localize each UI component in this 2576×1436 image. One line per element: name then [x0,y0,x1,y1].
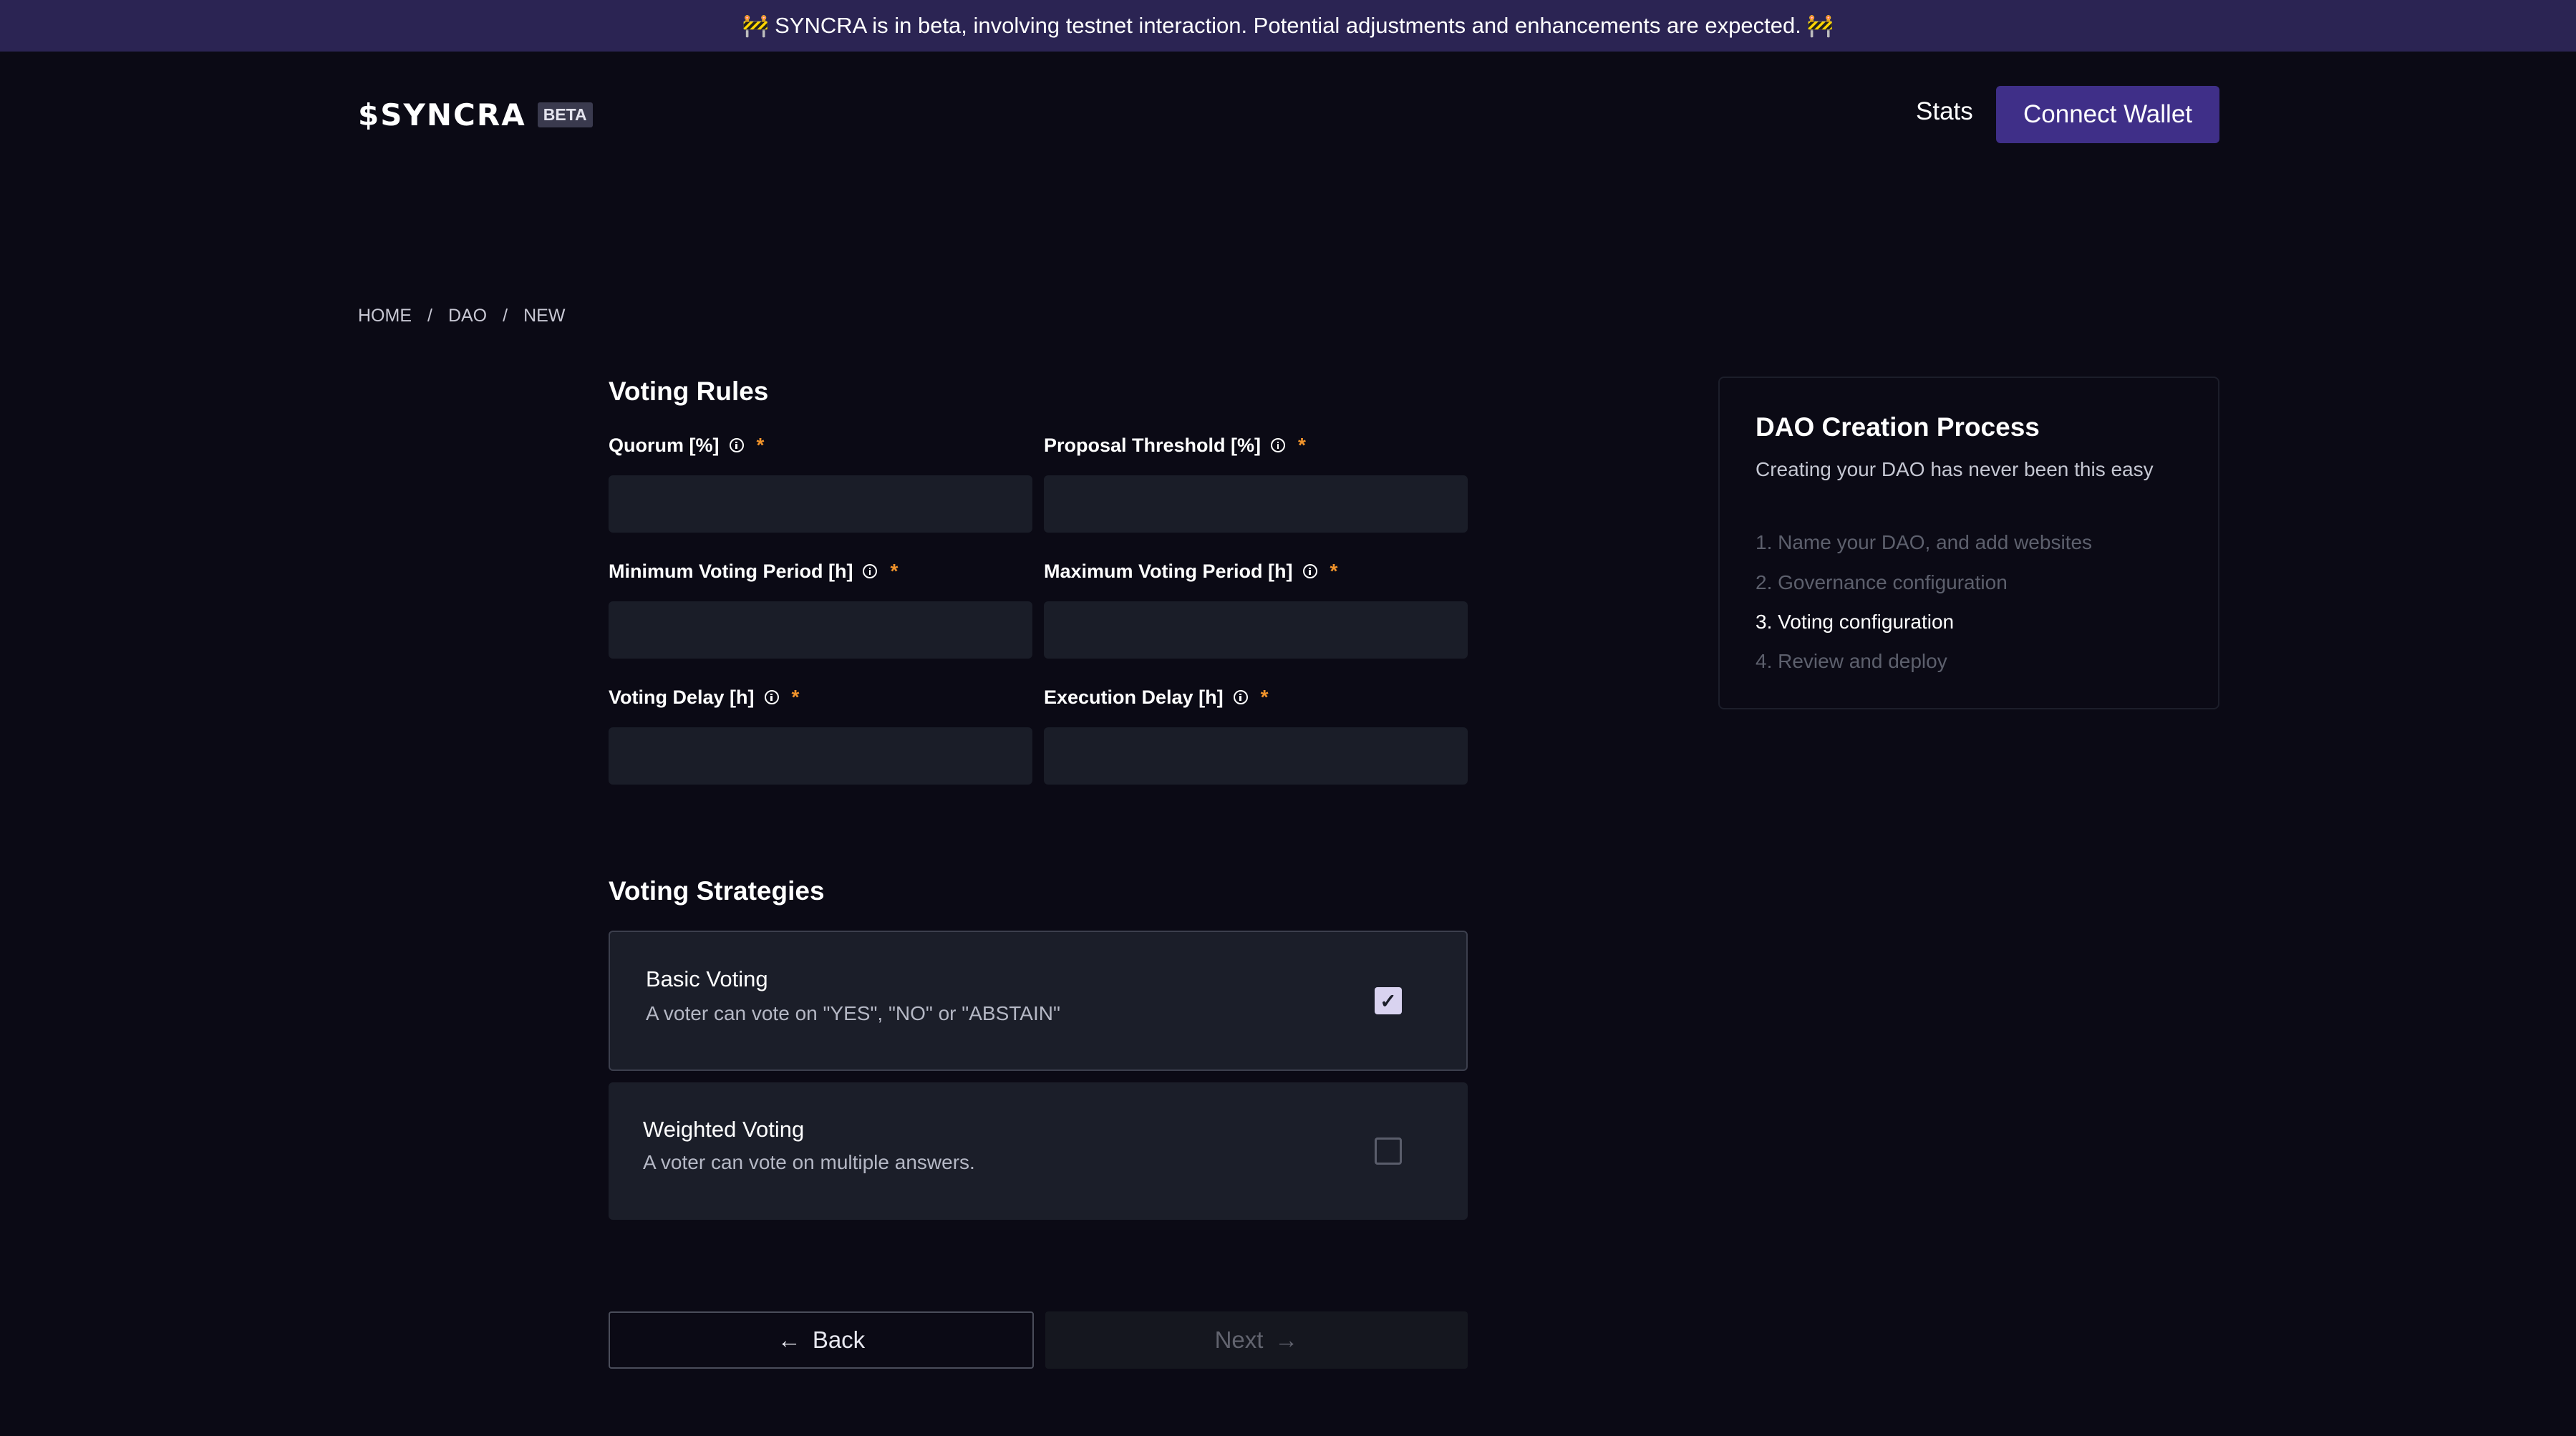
quorum-label: Quorum [%] * [609,434,764,457]
required-asterisk: * [890,560,899,582]
quorum-input[interactable] [609,475,1032,533]
next-label: Next [1214,1326,1264,1353]
voting-strategies-title: Voting Strategies [609,876,825,906]
strategy-description: A voter can vote on multiple answers. [643,1151,975,1173]
voting-delay-input[interactable] [609,727,1032,785]
nav-stats-link[interactable]: Stats [1916,97,1973,126]
strategy-description: A voter can vote on "YES", "NO" or "ABST… [646,1002,1060,1024]
voting-delay-label-text: Voting Delay [h] [609,686,755,708]
required-asterisk: * [791,686,800,708]
proposal-threshold-label: Proposal Threshold [%] * [1044,434,1306,457]
info-icon[interactable] [1233,690,1248,704]
banner-text: SYNCRA is in beta, involving testnet int… [775,13,1801,38]
voting-delay-label: Voting Delay [h] * [609,686,799,709]
min-voting-period-input[interactable] [609,601,1032,659]
arrow-left-icon: ← [777,1326,801,1353]
required-asterisk: * [1298,434,1306,456]
execution-delay-label-text: Execution Delay [h] [1044,686,1224,708]
beta-banner: 🚧 SYNCRA is in beta, involving testnet i… [0,0,2576,52]
required-asterisk: * [1260,686,1269,708]
construction-icon: 🚧 [1806,14,1834,38]
proposal-threshold-input[interactable] [1044,475,1468,533]
logo[interactable]: $SYNCRA BETA [358,97,593,132]
process-title: DAO Creation Process [1756,412,2040,442]
breadcrumb: HOME / DAO / NEW [358,306,565,326]
info-icon[interactable] [764,690,779,704]
process-step: 3. Voting configuration [1756,611,1955,633]
strategy-weighted-voting[interactable]: Weighted Voting A voter can vote on mult… [609,1082,1468,1220]
strategy-title: Weighted Voting [643,1117,805,1142]
info-icon[interactable] [863,564,878,578]
strategy-basic-voting[interactable]: Basic Voting A voter can vote on "YES", … [609,931,1468,1071]
basic-voting-checkbox[interactable]: ✓ [1375,987,1402,1014]
execution-delay-input[interactable] [1044,727,1468,785]
arrow-right-icon: → [1274,1326,1299,1353]
execution-delay-label: Execution Delay [h] * [1044,686,1268,709]
next-button[interactable]: Next → [1045,1311,1468,1369]
info-icon[interactable] [1271,438,1286,452]
logo-text: $SYNCRA [358,97,526,132]
max-voting-period-input[interactable] [1044,601,1468,659]
breadcrumb-separator: / [503,306,508,326]
breadcrumb-home[interactable]: HOME [358,306,412,326]
voting-rules-title: Voting Rules [609,377,769,406]
info-icon[interactable] [729,438,744,452]
process-step: 2. Governance configuration [1756,571,2008,593]
process-step: 1. Name your DAO, and add websites [1756,531,2093,553]
quorum-label-text: Quorum [%] [609,434,720,456]
max-voting-period-label: Maximum Voting Period [h] * [1044,560,1337,583]
back-button[interactable]: ← Back [609,1311,1034,1369]
min-voting-period-label-text: Minimum Voting Period [h] [609,560,853,582]
required-asterisk: * [1330,560,1338,582]
check-icon: ✓ [1380,989,1397,1012]
proposal-threshold-label-text: Proposal Threshold [%] [1044,434,1262,456]
required-asterisk: * [756,434,765,456]
process-step: 4. Review and deploy [1756,650,1947,672]
info-icon[interactable] [1302,564,1317,578]
connect-wallet-button[interactable]: Connect Wallet [1996,86,2219,143]
weighted-voting-checkbox[interactable] [1375,1137,1402,1165]
max-voting-period-label-text: Maximum Voting Period [h] [1044,560,1293,582]
dao-creation-process-card: DAO Creation Process Creating your DAO h… [1718,377,2219,709]
breadcrumb-new: NEW [523,306,566,326]
breadcrumb-dao[interactable]: DAO [448,306,487,326]
process-subtitle: Creating your DAO has never been this ea… [1756,458,2154,480]
back-label: Back [812,1326,866,1353]
breadcrumb-separator: / [427,306,432,326]
construction-icon: 🚧 [742,14,770,38]
beta-badge: BETA [537,102,593,127]
strategy-title: Basic Voting [646,966,768,991]
min-voting-period-label: Minimum Voting Period [h] * [609,560,898,583]
